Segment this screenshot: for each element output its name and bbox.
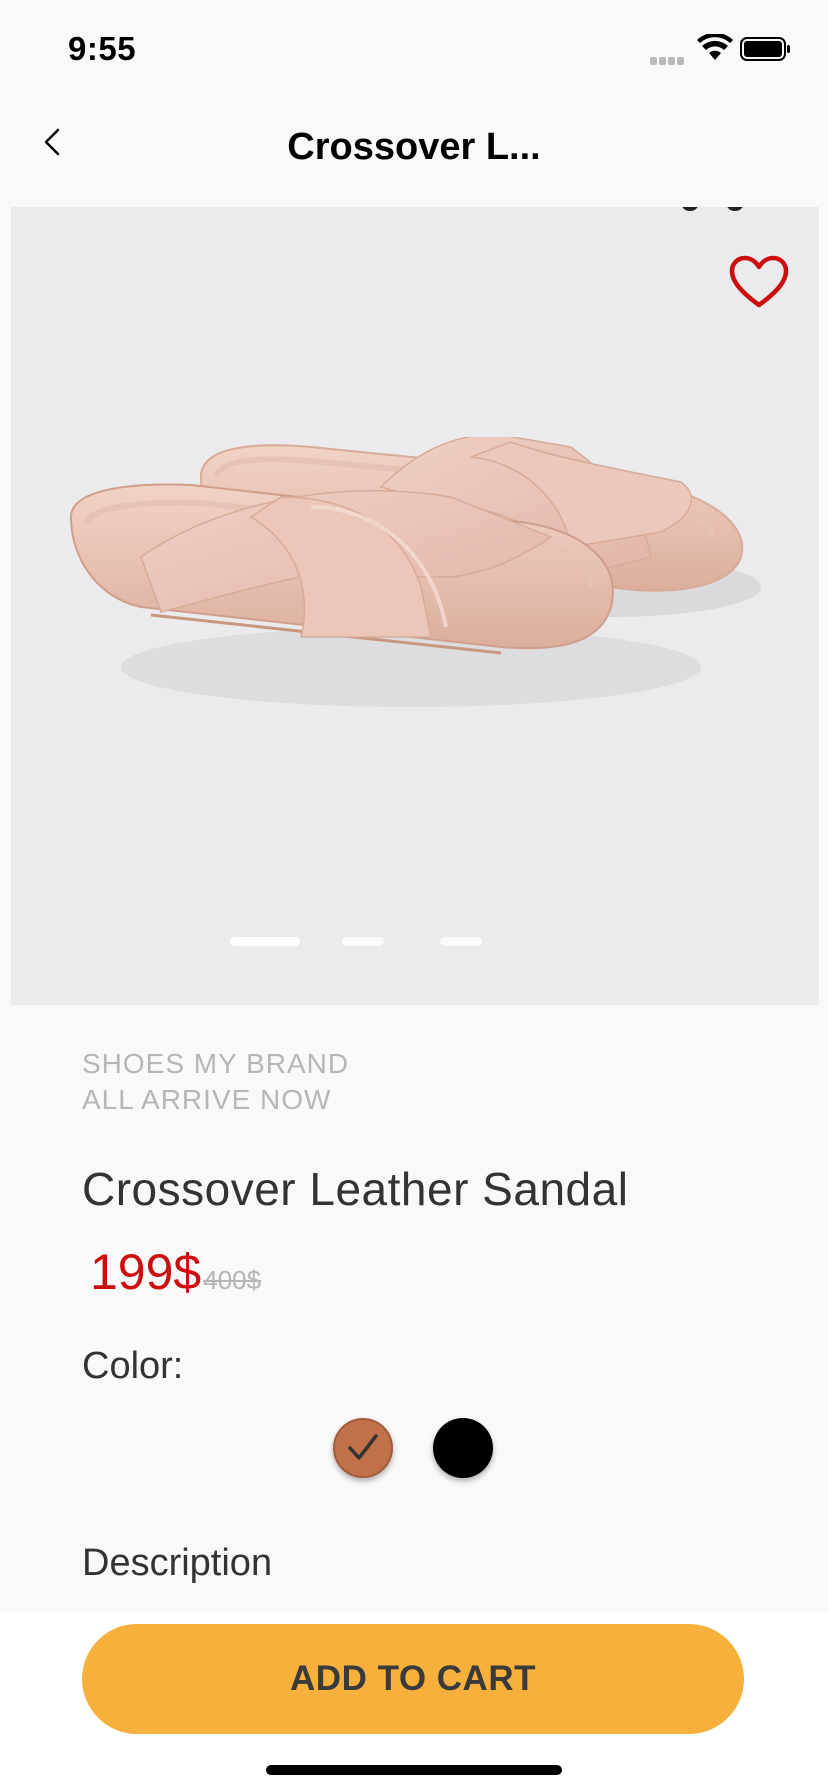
add-to-cart-button[interactable]: ADD TO CART bbox=[82, 1624, 744, 1734]
product-name: Crossover Leather Sandal bbox=[82, 1163, 629, 1215]
color-swatch-black[interactable] bbox=[433, 1418, 493, 1478]
carousel-pager bbox=[11, 937, 819, 947]
color-swatch-brown[interactable] bbox=[333, 1418, 393, 1478]
navigation-bar: Crossover L... bbox=[0, 100, 828, 205]
battery-icon bbox=[740, 37, 790, 61]
pager-dot-active[interactable] bbox=[230, 937, 300, 946]
status-bar: 9:55 bbox=[0, 0, 828, 100]
home-indicator[interactable] bbox=[266, 1765, 562, 1775]
signal-icon bbox=[650, 52, 690, 65]
heart-outline-icon[interactable] bbox=[729, 255, 789, 311]
page-title: Crossover L... bbox=[287, 126, 541, 168]
partial-image-artifact bbox=[682, 207, 743, 211]
product-detail-screen: 9:55 Crossover L... SHOES MY BRAND ALL A… bbox=[0, 0, 828, 1792]
color-swatches bbox=[0, 1418, 828, 1482]
product-image-carousel[interactable] bbox=[11, 207, 819, 1005]
arrival-line: ALL ARRIVE NOW bbox=[82, 1084, 332, 1115]
pager-dot[interactable] bbox=[440, 937, 482, 946]
description-label: Description bbox=[82, 1542, 273, 1584]
status-time: 9:55 bbox=[68, 30, 137, 67]
wifi-icon bbox=[697, 34, 733, 60]
price-row: 199$ 400$ bbox=[90, 1243, 261, 1301]
checkmark-icon bbox=[348, 1434, 378, 1460]
original-price: 400$ bbox=[203, 1265, 262, 1295]
sandal-product-image bbox=[69, 437, 761, 707]
current-price: 199$ bbox=[90, 1244, 202, 1300]
brand-line: SHOES MY BRAND bbox=[82, 1048, 350, 1079]
color-label: Color: bbox=[82, 1345, 184, 1387]
pager-dot[interactable] bbox=[342, 937, 384, 946]
bottom-action-bar: ADD TO CART bbox=[0, 1612, 828, 1792]
